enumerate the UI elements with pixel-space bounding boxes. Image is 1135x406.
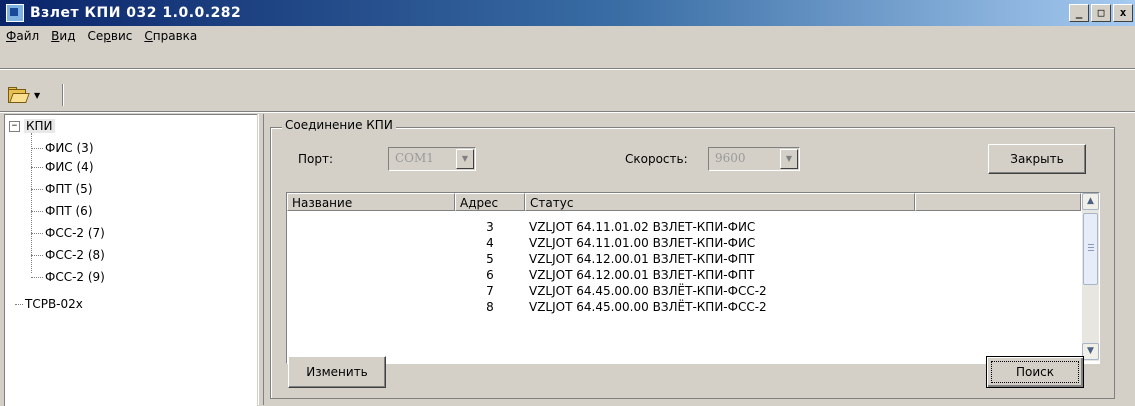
tree-node-child[interactable]: ФСС-2 (7) bbox=[31, 226, 105, 240]
tree-node-label: КПИ bbox=[24, 119, 55, 133]
column-status[interactable]: Статус bbox=[525, 193, 915, 211]
close-window-button[interactable]: x bbox=[1113, 4, 1133, 22]
menu-service[interactable]: Сервис bbox=[82, 29, 139, 43]
speed-label: Скорость: bbox=[625, 152, 688, 166]
title-bar[interactable]: Взлет КПИ 032 1.0.0.282 _ □ x bbox=[0, 0, 1135, 26]
collapse-icon[interactable]: − bbox=[9, 120, 20, 132]
speed-value: 9600 bbox=[715, 151, 746, 165]
window-controls: _ □ x bbox=[1069, 4, 1135, 22]
table-row[interactable]: 5 VZLJOT 64.12.00.01 ВЗЛЕТ-КПИ-ФПТ bbox=[287, 251, 1081, 267]
port-label: Порт: bbox=[298, 152, 334, 166]
connection-group-title: Соединение КПИ bbox=[282, 118, 396, 132]
search-button[interactable]: Поиск bbox=[986, 356, 1084, 388]
close-button[interactable]: Закрыть bbox=[988, 144, 1086, 174]
toolbar-divider bbox=[62, 84, 64, 106]
menu-file[interactable]: Файл bbox=[0, 29, 45, 43]
menu-separator bbox=[0, 68, 1135, 70]
column-empty[interactable] bbox=[915, 193, 1081, 211]
tree-node-child[interactable]: ФСС-2 (8) bbox=[31, 248, 105, 262]
menu-bar: Файл Вид Сервис Справка bbox=[0, 26, 1135, 46]
table-row[interactable]: 3 VZLJOT 64.11.01.02 ВЗЛЕТ-КПИ-ФИС bbox=[287, 219, 1081, 235]
table-row[interactable]: 6 VZLJOT 64.12.00.01 ВЗЛЕТ-КПИ-ФПТ bbox=[287, 267, 1081, 283]
edit-button[interactable]: Изменить bbox=[288, 356, 386, 388]
tree-node-child[interactable]: ФИС (3) bbox=[31, 141, 94, 155]
toolbar-separator bbox=[0, 111, 1135, 113]
chevron-down-icon[interactable]: ▼ bbox=[456, 149, 474, 169]
column-address[interactable]: Адрес bbox=[455, 193, 525, 211]
folder-open-icon bbox=[8, 87, 30, 103]
table-row[interactable]: 8 VZLJOT 64.45.00.00 ВЗЛЁТ-КПИ-ФСС-2 bbox=[287, 299, 1081, 315]
maximize-button[interactable]: □ bbox=[1091, 4, 1111, 22]
table-row[interactable]: 4 VZLJOT 64.11.01.00 ВЗЛЕТ-КПИ-ФИС bbox=[287, 235, 1081, 251]
panel-splitter[interactable] bbox=[258, 114, 264, 405]
menu-view[interactable]: Вид bbox=[45, 29, 81, 43]
menu-help[interactable]: Справка bbox=[138, 29, 203, 43]
tree-node-child[interactable]: ФПТ (5) bbox=[31, 182, 93, 196]
tree-node-child[interactable]: ФСС-2 (9) bbox=[31, 270, 105, 284]
window-title: Взлет КПИ 032 1.0.0.282 bbox=[30, 5, 242, 21]
chevron-down-icon[interactable]: ▼ bbox=[780, 149, 798, 169]
table-row[interactable]: 7 VZLJOT 64.45.00.00 ВЗЛЁТ-КПИ-ФСС-2 bbox=[287, 283, 1081, 299]
table-scrollbar[interactable]: ▲ ▼ bbox=[1082, 193, 1099, 361]
tree-node-child[interactable]: ФПТ (6) bbox=[31, 204, 93, 218]
scroll-down-icon[interactable]: ▼ bbox=[1082, 343, 1099, 360]
column-name[interactable]: Название bbox=[287, 193, 455, 211]
table-header: Название Адрес Статус bbox=[287, 193, 1081, 213]
port-select[interactable]: COM1 ▼ bbox=[388, 147, 476, 171]
app-icon bbox=[6, 4, 24, 22]
device-tree[interactable]: − КПИ ФИС (3) ФИС (4) ФПТ (5) ФПТ (6) ФС… bbox=[4, 114, 257, 406]
port-value: COM1 bbox=[395, 151, 434, 165]
speed-select[interactable]: 9600 ▼ bbox=[708, 147, 800, 171]
open-file-button[interactable]: ▼ bbox=[8, 85, 52, 105]
tree-node-tsrv[interactable]: ТСРВ-02х bbox=[15, 297, 83, 311]
scroll-thumb[interactable] bbox=[1083, 213, 1098, 285]
chevron-down-icon[interactable]: ▼ bbox=[34, 91, 40, 100]
tree-node-child[interactable]: ФИС (4) bbox=[31, 160, 94, 174]
scroll-up-icon[interactable]: ▲ bbox=[1082, 193, 1099, 210]
minimize-button[interactable]: _ bbox=[1069, 4, 1089, 22]
tree-node-kpi[interactable]: − КПИ bbox=[9, 119, 55, 133]
devices-table[interactable]: Название Адрес Статус 3 VZLJOT 64.11.01.… bbox=[286, 192, 1100, 364]
